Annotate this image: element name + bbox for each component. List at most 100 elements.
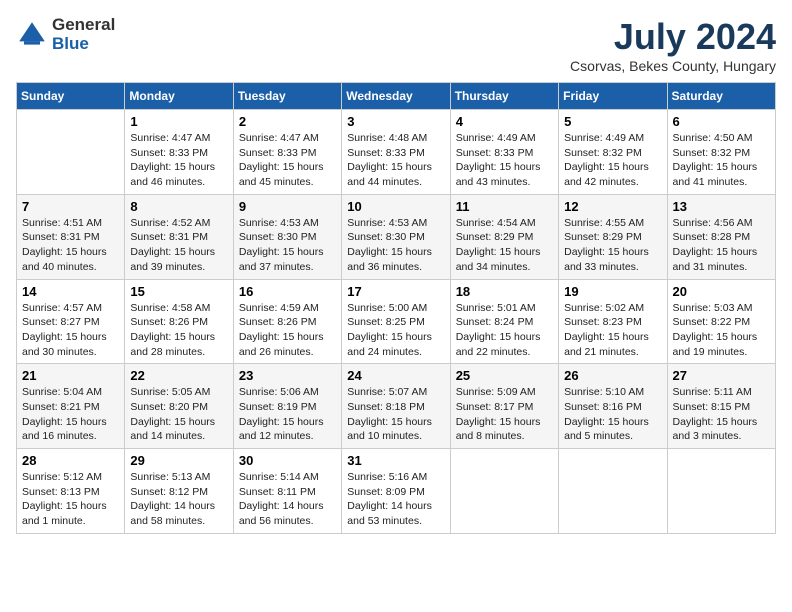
calendar-cell: 31 Sunrise: 5:16 AM Sunset: 8:09 PM Dayli… xyxy=(342,449,450,534)
calendar-cell: 13 Sunrise: 4:56 AM Sunset: 8:28 PM Dayli… xyxy=(667,194,775,279)
calendar-cell: 28Sunrise: 5:12 AM Sunset: 8:13 PM Dayli… xyxy=(17,449,125,534)
calendar-cell: 18Sunrise: 5:01 AM Sunset: 8:24 PM Dayli… xyxy=(450,279,558,364)
day-number: 20 xyxy=(673,284,770,299)
calendar-cell: 7Sunrise: 4:51 AM Sunset: 8:31 PM Daylig… xyxy=(17,194,125,279)
calendar-cell: 23 Sunrise: 5:06 AM Sunset: 8:19 PM Dayli… xyxy=(233,364,341,449)
day-number: 13 xyxy=(673,199,770,214)
calendar-header-thursday: Thursday xyxy=(450,83,558,110)
day-info: Sunrise: 4:56 AM Sunset: 8:28 PM Dayligh… xyxy=(673,216,770,275)
calendar-cell: 10 Sunrise: 4:53 AM Sunset: 8:30 PM Dayli… xyxy=(342,194,450,279)
calendar-week-row: 21 Sunrise: 5:04 AM Sunset: 8:21 PM Dayli… xyxy=(17,364,776,449)
day-number: 9 xyxy=(239,199,336,214)
calendar-cell xyxy=(17,110,125,195)
day-number: 29 xyxy=(130,453,227,468)
day-info: Sunrise: 5:10 AM Sunset: 8:16 PM Dayligh… xyxy=(564,385,661,444)
calendar-cell: 20 Sunrise: 5:03 AM Sunset: 8:22 PM Dayli… xyxy=(667,279,775,364)
calendar-cell: 11 Sunrise: 4:54 AM Sunset: 8:29 PM Dayli… xyxy=(450,194,558,279)
day-number: 16 xyxy=(239,284,336,299)
day-info: Sunrise: 4:47 AM Sunset: 8:33 PM Dayligh… xyxy=(239,131,336,190)
day-number: 7 xyxy=(22,199,119,214)
calendar-cell: 25 Sunrise: 5:09 AM Sunset: 8:17 PM Dayli… xyxy=(450,364,558,449)
day-number: 27 xyxy=(673,368,770,383)
day-number: 28 xyxy=(22,453,119,468)
day-number: 12 xyxy=(564,199,661,214)
day-number: 8 xyxy=(130,199,227,214)
day-info: Sunrise: 5:13 AM Sunset: 8:12 PM Dayligh… xyxy=(130,470,227,529)
calendar-cell: 14Sunrise: 4:57 AM Sunset: 8:27 PM Dayli… xyxy=(17,279,125,364)
calendar-header-tuesday: Tuesday xyxy=(233,83,341,110)
day-info: Sunrise: 5:02 AM Sunset: 8:23 PM Dayligh… xyxy=(564,301,661,360)
calendar-cell: 9 Sunrise: 4:53 AM Sunset: 8:30 PM Daylig… xyxy=(233,194,341,279)
day-number: 11 xyxy=(456,199,553,214)
day-number: 23 xyxy=(239,368,336,383)
calendar-cell: 30Sunrise: 5:14 AM Sunset: 8:11 PM Dayli… xyxy=(233,449,341,534)
day-info: Sunrise: 4:59 AM Sunset: 8:26 PM Dayligh… xyxy=(239,301,336,360)
calendar-cell xyxy=(559,449,667,534)
calendar-cell: 24 Sunrise: 5:07 AM Sunset: 8:18 PM Dayli… xyxy=(342,364,450,449)
calendar-cell xyxy=(667,449,775,534)
page-header: General Blue July 2024 Csorvas, Bekes Co… xyxy=(16,16,776,74)
title-block: July 2024 Csorvas, Bekes County, Hungary xyxy=(570,16,776,74)
day-number: 26 xyxy=(564,368,661,383)
calendar-cell: 2Sunrise: 4:47 AM Sunset: 8:33 PM Daylig… xyxy=(233,110,341,195)
calendar-cell: 16 Sunrise: 4:59 AM Sunset: 8:26 PM Dayli… xyxy=(233,279,341,364)
calendar-header-saturday: Saturday xyxy=(667,83,775,110)
logo-icon xyxy=(16,19,48,51)
logo-general: General xyxy=(52,16,115,35)
calendar-cell: 17 Sunrise: 5:00 AM Sunset: 8:25 PM Dayli… xyxy=(342,279,450,364)
calendar-week-row: 28Sunrise: 5:12 AM Sunset: 8:13 PM Dayli… xyxy=(17,449,776,534)
month-title: July 2024 xyxy=(570,16,776,58)
day-info: Sunrise: 5:11 AM Sunset: 8:15 PM Dayligh… xyxy=(673,385,770,444)
calendar-cell: 8 Sunrise: 4:52 AM Sunset: 8:31 PM Daylig… xyxy=(125,194,233,279)
calendar-header-monday: Monday xyxy=(125,83,233,110)
day-info: Sunrise: 5:03 AM Sunset: 8:22 PM Dayligh… xyxy=(673,301,770,360)
day-number: 21 xyxy=(22,368,119,383)
calendar-cell: 27 Sunrise: 5:11 AM Sunset: 8:15 PM Dayli… xyxy=(667,364,775,449)
day-number: 5 xyxy=(564,114,661,129)
day-info: Sunrise: 4:49 AM Sunset: 8:32 PM Dayligh… xyxy=(564,131,661,190)
day-info: Sunrise: 5:09 AM Sunset: 8:17 PM Dayligh… xyxy=(456,385,553,444)
day-number: 17 xyxy=(347,284,444,299)
day-number: 1 xyxy=(130,114,227,129)
day-number: 6 xyxy=(673,114,770,129)
logo-blue: Blue xyxy=(52,35,115,54)
calendar-cell: 26 Sunrise: 5:10 AM Sunset: 8:16 PM Dayli… xyxy=(559,364,667,449)
day-number: 25 xyxy=(456,368,553,383)
day-info: Sunrise: 5:16 AM Sunset: 8:09 PM Dayligh… xyxy=(347,470,444,529)
logo: General Blue xyxy=(16,16,115,53)
calendar-header-row: SundayMondayTuesdayWednesdayThursdayFrid… xyxy=(17,83,776,110)
calendar-header-wednesday: Wednesday xyxy=(342,83,450,110)
logo-text: General Blue xyxy=(52,16,115,53)
day-info: Sunrise: 4:52 AM Sunset: 8:31 PM Dayligh… xyxy=(130,216,227,275)
day-number: 10 xyxy=(347,199,444,214)
calendar-cell: 22Sunrise: 5:05 AM Sunset: 8:20 PM Dayli… xyxy=(125,364,233,449)
calendar-header-friday: Friday xyxy=(559,83,667,110)
calendar-cell: 5 Sunrise: 4:49 AM Sunset: 8:32 PM Daylig… xyxy=(559,110,667,195)
day-info: Sunrise: 5:00 AM Sunset: 8:25 PM Dayligh… xyxy=(347,301,444,360)
day-info: Sunrise: 5:04 AM Sunset: 8:21 PM Dayligh… xyxy=(22,385,119,444)
calendar-table: SundayMondayTuesdayWednesdayThursdayFrid… xyxy=(16,82,776,534)
day-number: 4 xyxy=(456,114,553,129)
day-info: Sunrise: 5:07 AM Sunset: 8:18 PM Dayligh… xyxy=(347,385,444,444)
day-info: Sunrise: 4:53 AM Sunset: 8:30 PM Dayligh… xyxy=(239,216,336,275)
day-info: Sunrise: 5:01 AM Sunset: 8:24 PM Dayligh… xyxy=(456,301,553,360)
day-info: Sunrise: 4:53 AM Sunset: 8:30 PM Dayligh… xyxy=(347,216,444,275)
day-info: Sunrise: 4:54 AM Sunset: 8:29 PM Dayligh… xyxy=(456,216,553,275)
calendar-cell: 12Sunrise: 4:55 AM Sunset: 8:29 PM Dayli… xyxy=(559,194,667,279)
calendar-cell: 4 Sunrise: 4:49 AM Sunset: 8:33 PM Daylig… xyxy=(450,110,558,195)
day-info: Sunrise: 4:49 AM Sunset: 8:33 PM Dayligh… xyxy=(456,131,553,190)
day-info: Sunrise: 5:06 AM Sunset: 8:19 PM Dayligh… xyxy=(239,385,336,444)
day-number: 19 xyxy=(564,284,661,299)
calendar-cell: 19 Sunrise: 5:02 AM Sunset: 8:23 PM Dayli… xyxy=(559,279,667,364)
calendar-cell: 3Sunrise: 4:48 AM Sunset: 8:33 PM Daylig… xyxy=(342,110,450,195)
calendar-header-sunday: Sunday xyxy=(17,83,125,110)
day-number: 3 xyxy=(347,114,444,129)
day-number: 30 xyxy=(239,453,336,468)
day-number: 24 xyxy=(347,368,444,383)
day-info: Sunrise: 4:58 AM Sunset: 8:26 PM Dayligh… xyxy=(130,301,227,360)
day-number: 31 xyxy=(347,453,444,468)
day-number: 22 xyxy=(130,368,227,383)
location-title: Csorvas, Bekes County, Hungary xyxy=(570,58,776,74)
day-number: 15 xyxy=(130,284,227,299)
calendar-cell: 29 Sunrise: 5:13 AM Sunset: 8:12 PM Dayli… xyxy=(125,449,233,534)
